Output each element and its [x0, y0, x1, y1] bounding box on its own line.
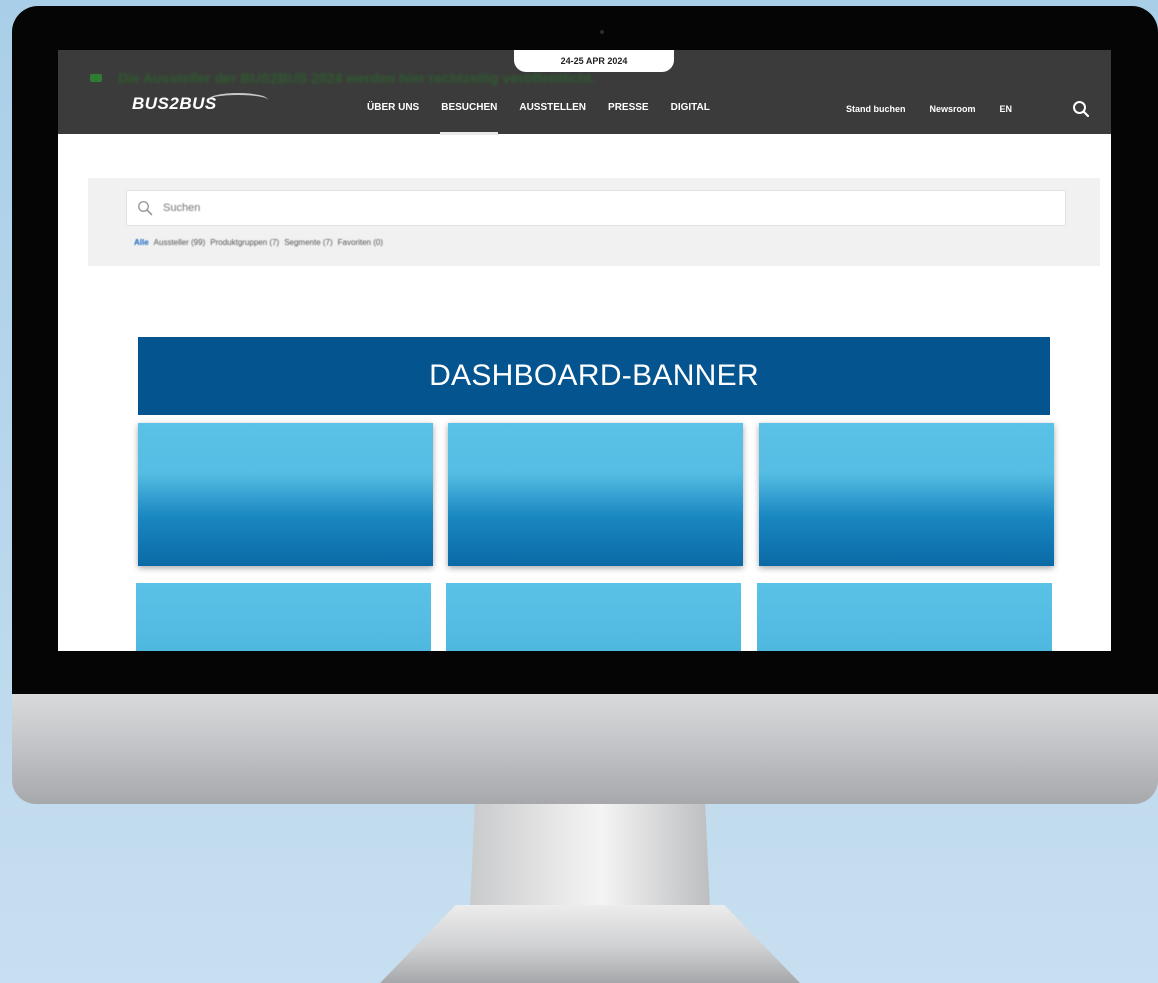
dashboard-banner[interactable]: DASHBOARD-BANNER: [138, 337, 1050, 415]
filter-produktgruppen[interactable]: Produktgruppen (7): [210, 238, 279, 247]
search-filter-tabs: Alle Aussteller (99) Produktgruppen (7) …: [134, 238, 383, 247]
filter-favoriten[interactable]: Favoriten (0): [338, 238, 383, 247]
site-header: Die Aussteller der BUS2BUS 2024 werden h…: [58, 50, 1111, 135]
dashboard-tile[interactable]: [757, 583, 1052, 651]
nav-item-ueber-uns[interactable]: ÜBER UNS: [356, 102, 430, 113]
main-nav: ÜBER UNS BESUCHEN AUSSTELLEN PRESSE DIGI…: [356, 102, 721, 135]
date-badge: 24-25 APR 2024: [514, 50, 674, 72]
header-utility-links: Stand buchen Newsroom EN: [846, 104, 1012, 114]
dashboard-tile[interactable]: [448, 423, 743, 566]
filter-alle[interactable]: Alle: [134, 238, 149, 247]
logo-swoosh-icon: [208, 93, 268, 107]
dashboard-tile[interactable]: [759, 423, 1054, 566]
stand-buchen-link[interactable]: Stand buchen: [846, 104, 906, 114]
search-field-icon: [137, 200, 153, 216]
search-input[interactable]: [161, 201, 1045, 215]
nav-item-presse[interactable]: PRESSE: [597, 102, 660, 113]
monitor-base: [380, 905, 800, 983]
dashboard-tile[interactable]: [138, 423, 433, 566]
newsroom-link[interactable]: Newsroom: [930, 104, 976, 114]
notice-text: Die Aussteller der BUS2BUS 2024 werden h…: [118, 70, 596, 86]
nav-item-besuchen[interactable]: BESUCHEN: [430, 102, 508, 135]
camera: [600, 30, 604, 34]
search-icon[interactable]: [1072, 100, 1090, 118]
search-panel: Alle Aussteller (99) Produktgruppen (7) …: [88, 178, 1100, 266]
monitor-chin: [12, 694, 1158, 804]
nav-item-digital[interactable]: DIGITAL: [660, 102, 721, 113]
site-logo[interactable]: BUS2BUS: [132, 94, 217, 114]
monitor-stand: [470, 804, 710, 909]
filter-segmente[interactable]: Segmente (7): [284, 238, 332, 247]
notice-icon: [90, 74, 102, 82]
language-switch[interactable]: EN: [1000, 104, 1013, 114]
dashboard-tile[interactable]: [446, 583, 741, 651]
filter-aussteller[interactable]: Aussteller (99): [154, 238, 206, 247]
dashboard-tile[interactable]: [136, 583, 431, 651]
search-box[interactable]: [126, 190, 1066, 226]
screen: Die Aussteller der BUS2BUS 2024 werden h…: [58, 50, 1111, 651]
nav-item-ausstellen[interactable]: AUSSTELLEN: [508, 102, 597, 113]
